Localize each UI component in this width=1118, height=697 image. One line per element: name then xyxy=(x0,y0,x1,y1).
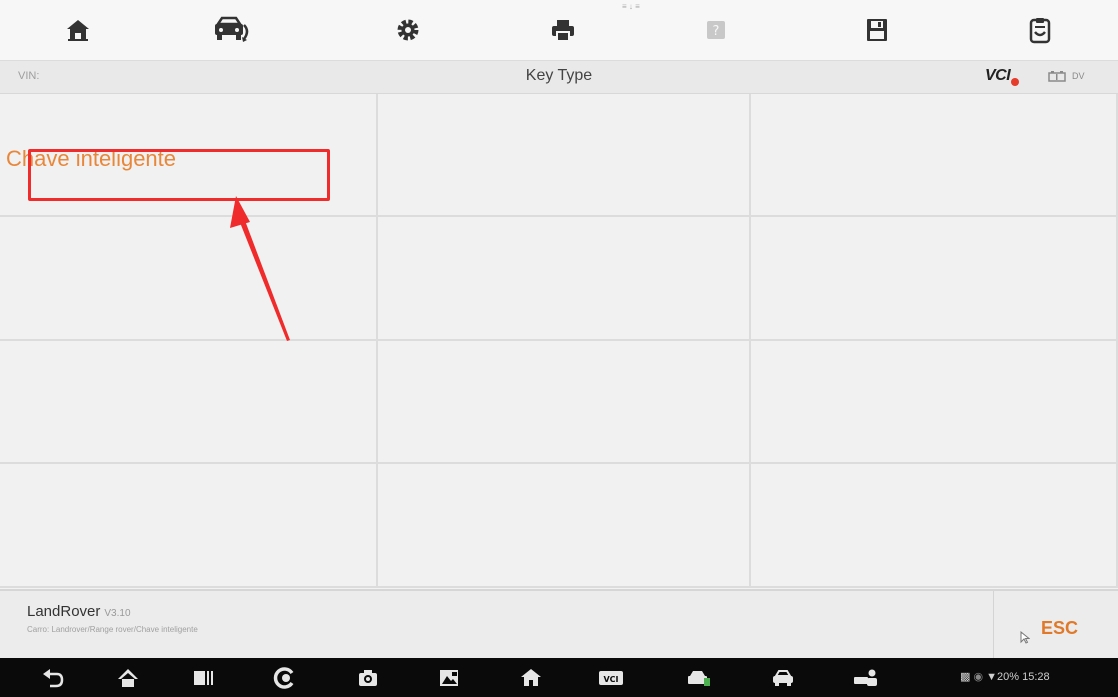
car-person-icon xyxy=(854,669,877,686)
refresh-icon xyxy=(273,667,294,689)
navigation-path: Carro: Landrover/Range rover/Chave intel… xyxy=(27,625,198,634)
settings-button[interactable] xyxy=(388,10,428,50)
car-icon xyxy=(773,670,793,686)
data-log-button[interactable] xyxy=(1020,10,1060,50)
home-icon xyxy=(67,20,89,41)
vci-status-badge: VCI xyxy=(985,67,1011,84)
app-home-button[interactable] xyxy=(518,666,544,690)
vehicle-swap-button[interactable] xyxy=(212,10,252,50)
grid-cell-empty xyxy=(378,341,751,464)
esc-button[interactable]: ESC xyxy=(1041,618,1078,639)
vehicle-shortcut-button[interactable] xyxy=(770,666,796,690)
remote-expert-button[interactable] xyxy=(853,666,879,690)
vci-manager-button[interactable]: VCI xyxy=(598,666,624,690)
wifi-icon: ▼ xyxy=(986,671,998,683)
save-icon xyxy=(867,19,887,41)
recent-apps-icon xyxy=(194,671,213,685)
gallery-icon xyxy=(440,670,458,686)
grid-cell-empty xyxy=(751,94,1118,217)
top-toolbar: ≡ ↓ ≡ ? xyxy=(0,0,1118,61)
grid-cell-empty xyxy=(0,464,378,588)
back-icon xyxy=(43,669,64,688)
help-button[interactable]: ? xyxy=(696,10,736,50)
grid-cell-empty xyxy=(378,464,751,588)
grid-cell-empty xyxy=(378,94,751,217)
footer-vehicle-title: LandRover V3.10 xyxy=(27,603,131,620)
title-bar: VIN: Key Type VCI DV xyxy=(0,61,1118,94)
toolbar-hint: ≡ ↓ ≡ xyxy=(622,2,640,11)
diagnostics-shortcut-button[interactable] xyxy=(686,666,712,690)
recent-apps-button[interactable] xyxy=(190,666,216,690)
print-button[interactable] xyxy=(543,10,583,50)
settings-gear-icon xyxy=(397,19,419,41)
back-button[interactable] xyxy=(40,666,66,690)
grid-cell-empty xyxy=(751,217,1118,341)
vehicle-make: LandRover xyxy=(27,603,101,620)
android-home-icon xyxy=(118,669,138,687)
annotation-highlight-box xyxy=(28,149,330,201)
app-home-icon xyxy=(521,669,541,686)
data-log-icon xyxy=(1029,18,1051,44)
home-nav-button[interactable] xyxy=(115,666,141,690)
footer-bar: LandRover V3.10 Carro: Landrover/Range ro… xyxy=(0,589,1118,658)
message-icon: ▩ xyxy=(960,671,971,683)
grid-cell-empty xyxy=(0,341,378,464)
car-diagnostic-icon xyxy=(688,671,710,686)
help-icon: ? xyxy=(707,21,725,39)
system-status-area: ▩ ◉ ▼20% 15:28 xyxy=(960,670,1050,683)
svg-text:VCI: VCI xyxy=(603,675,618,684)
android-navigation-bar: VCI ▩ ◉ ▼20% 15:28 xyxy=(0,658,1118,697)
battery-time-text: 20% 15:28 xyxy=(997,671,1050,683)
voltage-label: DV xyxy=(1072,71,1085,81)
home-button[interactable] xyxy=(58,10,98,50)
grid-cell-empty xyxy=(0,217,378,341)
grid-cell-empty xyxy=(751,464,1118,588)
screenshot-button[interactable] xyxy=(355,666,381,690)
print-icon xyxy=(552,20,574,42)
save-button[interactable] xyxy=(857,10,897,50)
gallery-button[interactable] xyxy=(436,666,462,690)
mouse-cursor-icon xyxy=(1020,631,1030,644)
vehicle-swap-icon xyxy=(215,16,249,42)
page-title: Key Type xyxy=(525,67,593,84)
esc-area: ESC xyxy=(993,591,1118,658)
refresh-app-button[interactable] xyxy=(271,666,297,690)
notification-icon: ◉ xyxy=(973,671,984,683)
grid-cell-empty xyxy=(378,217,751,341)
battery-icon xyxy=(1048,71,1066,82)
annotation-arrow xyxy=(230,196,290,341)
software-version: V3.10 xyxy=(104,608,131,619)
svg-text:?: ? xyxy=(713,24,720,39)
vci-disconnected-indicator xyxy=(1011,78,1019,86)
vci-icon: VCI xyxy=(599,671,623,685)
camera-icon xyxy=(359,670,377,686)
grid-cell-empty xyxy=(751,341,1118,464)
